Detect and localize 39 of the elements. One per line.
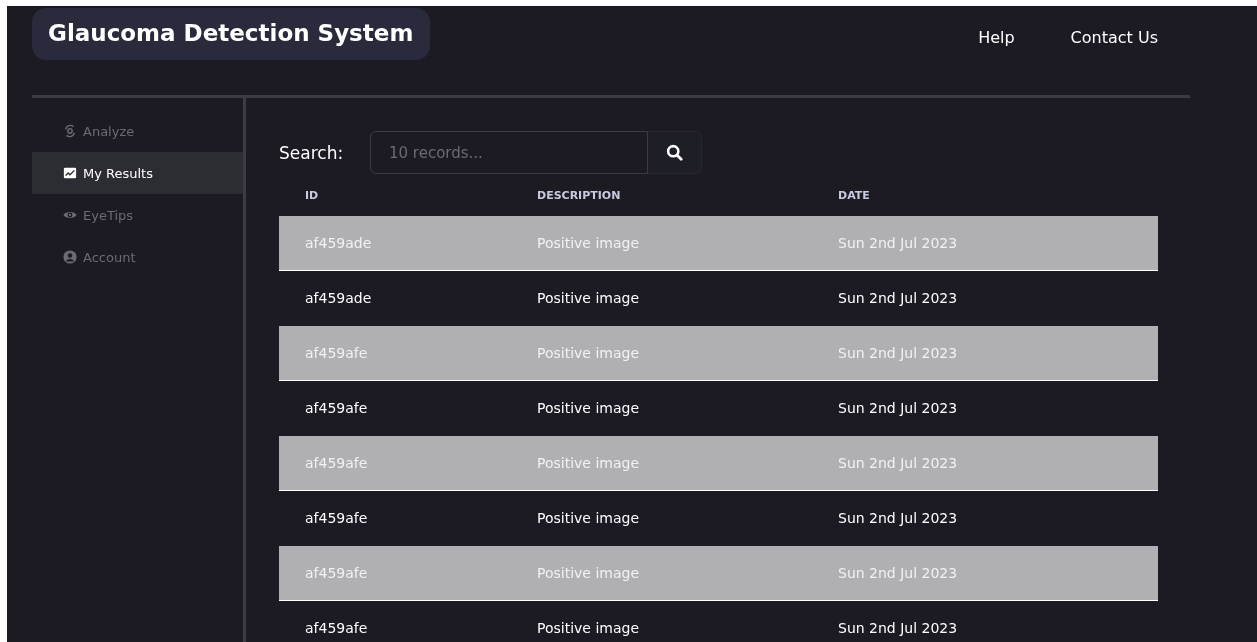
table-cell: Sun 2nd Jul 2023	[838, 455, 958, 471]
table-cell-text: Positive image	[537, 290, 641, 306]
table-cell-text: af459afe	[305, 565, 369, 581]
table-cell-text: af459ade	[305, 235, 373, 251]
search-field[interactable]: 10 records...	[370, 131, 648, 174]
nav-link[interactable]: Contact Us	[1070, 28, 1158, 47]
table-cell: Sun 2nd Jul 2023	[838, 565, 958, 581]
table-cell-text: af459afe	[305, 455, 369, 471]
column-header: ID	[305, 188, 320, 202]
table-cell-text: Positive image	[537, 510, 641, 526]
user-icon	[63, 250, 77, 264]
table-cell-text: af459afe	[305, 345, 369, 361]
search-icon	[666, 144, 683, 161]
search-button[interactable]	[648, 131, 702, 174]
table-cell-text: Positive image	[537, 400, 641, 416]
table-cell: Sun 2nd Jul 2023	[838, 345, 958, 361]
chart-icon	[63, 166, 77, 180]
app-title: Glaucoma Detection System	[32, 8, 430, 60]
table-cell-text: Positive image	[537, 455, 641, 471]
table-row[interactable]: af459afe Positive image Sun 2nd Jul 2023	[279, 601, 1158, 642]
table-cell-text: af459afe	[305, 510, 369, 526]
table-cell-text: af459afe	[305, 400, 369, 416]
table-cell: Sun 2nd Jul 2023	[838, 235, 958, 251]
nav-link[interactable]: Help	[978, 28, 1015, 47]
table-cell: Sun 2nd Jul 2023	[838, 290, 958, 306]
table-cell-text: Positive image	[537, 345, 641, 361]
table-cell-text: Positive image	[537, 620, 641, 636]
column-header: DATE	[838, 188, 870, 202]
table-cell-text: af459ade	[305, 290, 373, 306]
sidebar-item[interactable]: My Results	[32, 152, 243, 194]
table-cell-text: af459afe	[305, 620, 369, 636]
table-cell-text: Positive image	[537, 565, 641, 581]
table-cell: Sun 2nd Jul 2023	[838, 620, 958, 636]
table-cell-text: Positive image	[537, 235, 641, 251]
table-cell: Sun 2nd Jul 2023	[838, 510, 958, 526]
column-header: DESCRIPTION	[537, 188, 622, 202]
analyze-icon	[63, 124, 77, 138]
search-label: Search:	[279, 142, 345, 163]
table-cell: Sun 2nd Jul 2023	[838, 400, 958, 416]
